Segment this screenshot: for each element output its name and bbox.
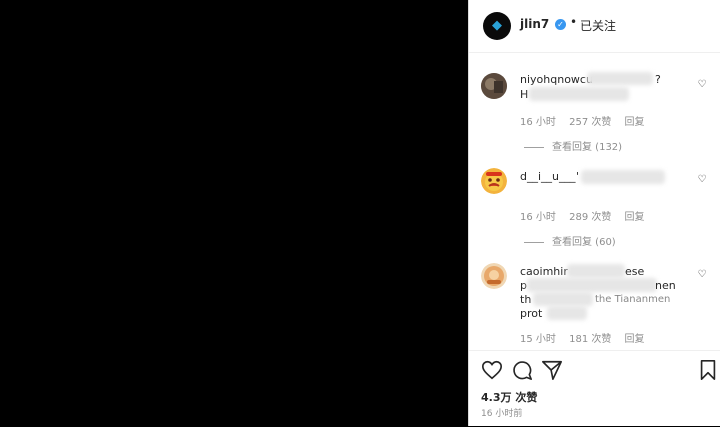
avatar[interactable]: ◆ (483, 12, 511, 40)
post-username[interactable]: jlin7 (520, 17, 549, 31)
comment-item: niyohqnowcu ? H ♡ 16 小时 257 次赞 回复 查看回复 (… (469, 70, 720, 160)
comment-text-line: nen (655, 279, 676, 292)
post-like-count[interactable]: 4.3万 次赞 (481, 389, 537, 405)
comment-like-heart-icon[interactable]: ♡ (696, 269, 708, 281)
comment-item: caoimhir ese p nen th the Tiananmen prot… (469, 260, 720, 350)
comment-likes[interactable]: 181 次赞 (569, 334, 611, 345)
comment-time: 16 小时 (520, 117, 556, 128)
follow-status-button[interactable]: 已关注 (580, 17, 616, 34)
heart-icon[interactable] (481, 359, 503, 381)
comment-time: 16 小时 (520, 212, 556, 223)
verified-badge-icon: ✓ (555, 19, 566, 30)
comment-time: 15 小时 (520, 334, 556, 345)
post-header: ◆ jlin7 ✓ • 已关注 (469, 0, 720, 53)
comment-meta: 15 小时 181 次赞 回复 (520, 330, 655, 345)
bookmark-icon[interactable] (697, 359, 719, 381)
post-media[interactable] (0, 0, 468, 426)
redacted-text (529, 87, 629, 101)
redacted-text (587, 72, 653, 85)
comment-text-line: th (520, 293, 532, 306)
comment-likes[interactable]: 289 次赞 (569, 212, 611, 223)
comment-text-tail: ese (625, 265, 645, 278)
redacted-text (581, 170, 665, 184)
redacted-text (567, 264, 625, 278)
comment-username[interactable]: d__i__u___ (520, 170, 576, 183)
comment-meta: 16 小时 289 次赞 回复 (520, 208, 655, 223)
replies-divider (524, 146, 544, 148)
comment-text-tail: ? (655, 73, 661, 86)
comment-like-heart-icon[interactable]: ♡ (696, 79, 708, 91)
commenter-avatar[interactable] (481, 263, 507, 289)
view-replies-button[interactable]: 查看回复 (60) (524, 233, 616, 248)
comment-meta: 16 小时 257 次赞 回复 (520, 113, 655, 128)
comment-reply-button[interactable]: 回复 (625, 117, 645, 128)
avatar-logo-icon: ◆ (492, 18, 502, 33)
comment-likes[interactable]: 257 次赞 (569, 117, 611, 128)
separator-dot: • (570, 15, 578, 29)
commenter-avatar[interactable] (481, 73, 507, 99)
comment-username[interactable]: niyohqnowcu (520, 73, 593, 86)
commenter-avatar[interactable] (481, 168, 507, 194)
comment-icon[interactable] (511, 359, 533, 381)
post-footer: 4.3万 次赞 16 小时前 (469, 350, 720, 427)
share-icon[interactable] (541, 359, 563, 381)
comment-reply-button[interactable]: 回复 (625, 212, 645, 223)
comment-text-line: the Tiananmen (595, 294, 671, 305)
replies-divider (524, 241, 544, 243)
comment-text-line: prot (520, 307, 543, 320)
redacted-text (527, 278, 657, 292)
redacted-text (533, 292, 593, 306)
redacted-text (547, 306, 587, 320)
view-replies-button[interactable]: 查看回复 (132) (524, 138, 622, 153)
post-timestamp: 16 小时前 (481, 409, 523, 419)
comment-username[interactable]: caoimhir (520, 265, 568, 278)
comment-text-tail: ' (576, 170, 580, 183)
comment-like-heart-icon[interactable]: ♡ (696, 174, 708, 186)
comment-item: d__i__u___ ' ♡ 16 小时 289 次赞 回复 查看回复 (60) (469, 165, 720, 255)
post-panel: ◆ jlin7 ✓ • 已关注 niyohqnowcu ? H ♡ 16 小时 … (468, 0, 720, 426)
comment-reply-button[interactable]: 回复 (625, 334, 645, 345)
